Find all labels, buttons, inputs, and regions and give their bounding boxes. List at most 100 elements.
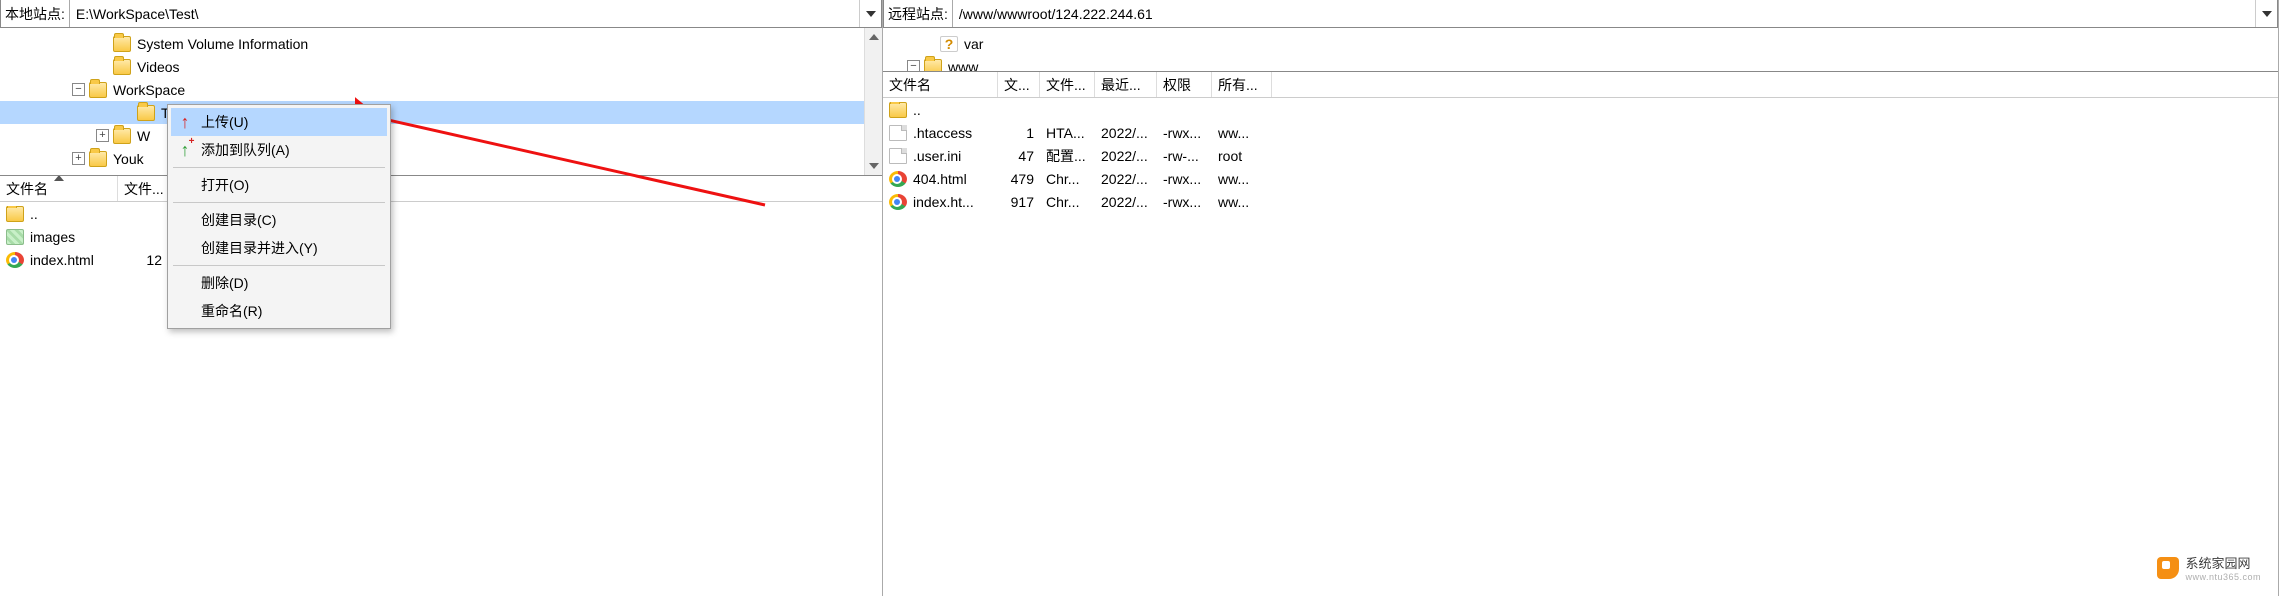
tree-item[interactable]: − www [883, 55, 2278, 72]
col-filesize[interactable]: 文... [998, 72, 1040, 97]
ctx-open[interactable]: 打开(O) [171, 171, 387, 199]
tree-item[interactable]: Te [0, 101, 882, 124]
local-tree: System Volume Information Videos − WorkS… [0, 28, 882, 176]
list-item[interactable]: 404.html 479 Chr... 2022/... -rwx... ww.… [883, 167, 2278, 190]
folder-icon [6, 206, 24, 222]
file-mtime: 2022/... [1095, 148, 1157, 164]
tree-item[interactable]: − WorkSpace [0, 78, 882, 101]
local-path-input[interactable] [69, 0, 859, 27]
tree-item[interactable]: + W [0, 124, 882, 147]
remote-path-row: 远程站点: [883, 0, 2278, 28]
list-item[interactable]: .htaccess 1 HTA... 2022/... -rwx... ww..… [883, 121, 2278, 144]
tree-item[interactable]: ? var [883, 32, 2278, 55]
file-icon [889, 125, 907, 141]
ctx-upload[interactable]: ↑ 上传(U) [171, 108, 387, 136]
col-filename[interactable]: 文件名 [883, 72, 998, 97]
file-icon [889, 148, 907, 164]
list-item[interactable]: index.ht... 917 Chr... 2022/... -rwx... … [883, 190, 2278, 213]
scroll-up-button[interactable] [865, 28, 882, 46]
list-item[interactable]: .. [0, 202, 882, 225]
remote-path-dropdown[interactable] [2255, 0, 2277, 27]
tree-expander[interactable]: + [72, 152, 85, 165]
ctx-delete[interactable]: 删除(D) [171, 269, 387, 297]
list-item[interactable]: index.html 12 [0, 248, 882, 271]
ctx-rename[interactable]: 重命名(R) [171, 297, 387, 325]
tree-item-label: Youk [113, 151, 144, 167]
scroll-track[interactable] [865, 46, 882, 157]
folder-icon [113, 128, 131, 144]
col-perm[interactable]: 权限 [1157, 72, 1212, 97]
list-item[interactable]: .user.ini 47 配置... 2022/... -rw-... root [883, 144, 2278, 167]
tree-item-label: www [948, 59, 978, 73]
separator [173, 202, 385, 203]
tree-expander[interactable]: − [907, 60, 920, 72]
file-perm: -rwx... [1157, 194, 1212, 210]
local-file-list: .. images index.html 12 [0, 202, 882, 596]
chevron-down-icon [866, 11, 876, 17]
file-perm: -rwx... [1157, 125, 1212, 141]
ctx-mkcd-label: 创建目录并进入(Y) [201, 238, 318, 258]
chrome-icon [6, 252, 24, 268]
folder-icon [113, 36, 131, 52]
tree-item-label: Videos [137, 59, 180, 75]
local-path-row: 本地站点: [0, 0, 882, 28]
file-type: HTA... [1040, 125, 1095, 141]
local-list-header: 文件名 文件... [0, 176, 882, 202]
ctx-upload-label: 上传(U) [201, 112, 248, 132]
col-filename[interactable]: 文件名 [0, 176, 118, 201]
file-owner: root [1212, 148, 1272, 164]
tree-item-label: System Volume Information [137, 36, 308, 52]
file-perm: -rw-... [1157, 148, 1212, 164]
file-name: .htaccess [913, 125, 972, 141]
remote-site-label: 远程站点: [884, 2, 952, 26]
upload-icon: ↑ [175, 113, 195, 131]
separator [173, 167, 385, 168]
file-name: index.ht... [913, 194, 974, 210]
tree-expander[interactable]: + [96, 129, 109, 142]
file-mtime: 2022/... [1095, 171, 1157, 187]
file-type: 配置... [1040, 146, 1095, 166]
file-size: 1 [998, 125, 1040, 141]
col-mtime[interactable]: 最近... [1095, 72, 1157, 97]
chrome-icon [889, 194, 907, 210]
col-filetype[interactable]: 文件... [1040, 72, 1095, 97]
tree-item[interactable]: System Volume Information [0, 32, 882, 55]
list-item[interactable]: images [0, 225, 882, 248]
chrome-icon [889, 171, 907, 187]
file-perm: -rwx... [1157, 171, 1212, 187]
local-tree-scrollbar[interactable] [864, 28, 882, 175]
file-name: images [30, 229, 75, 245]
context-menu: ↑ 上传(U) ↑ 添加到队列(A) 打开(O) 创建目录(C) 创建目录并进入… [167, 104, 391, 329]
ctx-ren-label: 重命名(R) [201, 301, 262, 321]
ctx-mkdir[interactable]: 创建目录(C) [171, 206, 387, 234]
ctx-mkdir-cd[interactable]: 创建目录并进入(Y) [171, 234, 387, 262]
file-name: index.html [30, 252, 94, 268]
folder-icon [137, 105, 155, 121]
col-owner[interactable]: 所有... [1212, 72, 1272, 97]
file-name: 404.html [913, 171, 967, 187]
remote-path-input[interactable] [952, 0, 2255, 27]
folder-icon [889, 102, 907, 118]
add-queue-icon: ↑ [175, 141, 195, 159]
system-folder-icon [6, 229, 24, 245]
folder-icon [89, 82, 107, 98]
list-item[interactable]: .. [883, 98, 2278, 121]
folder-icon [89, 151, 107, 167]
remote-list-header: 文件名 文... 文件... 最近... 权限 所有... [883, 72, 2278, 98]
file-owner: ww... [1212, 194, 1272, 210]
ctx-open-label: 打开(O) [201, 175, 249, 195]
ctx-del-label: 删除(D) [201, 273, 248, 293]
scroll-down-button[interactable] [865, 157, 882, 175]
tree-expander[interactable]: − [72, 83, 85, 96]
tree-item-label: W [137, 128, 150, 144]
tree-item-label: var [964, 36, 983, 52]
file-name: .user.ini [913, 148, 961, 164]
file-name: .. [913, 102, 921, 118]
tree-item[interactable]: + Youk [0, 147, 882, 170]
file-owner: ww... [1212, 171, 1272, 187]
tree-item[interactable]: Videos [0, 55, 882, 78]
local-path-dropdown[interactable] [859, 0, 881, 27]
ctx-add-queue[interactable]: ↑ 添加到队列(A) [171, 136, 387, 164]
file-mtime: 2022/... [1095, 125, 1157, 141]
separator [173, 265, 385, 266]
